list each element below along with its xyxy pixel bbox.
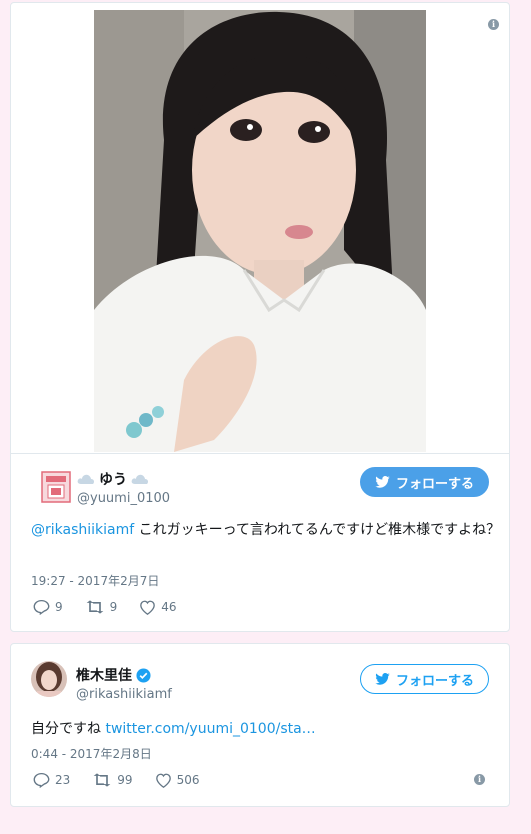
follow-button[interactable]: フォローする xyxy=(359,664,489,694)
action-bar: 23 99 506 xyxy=(33,772,199,788)
handle[interactable]: @yuumi_0100 xyxy=(77,491,170,506)
display-name: 椎木里佳 xyxy=(76,668,132,684)
action-bar: 9 9 46 xyxy=(33,599,177,615)
like-count: 506 xyxy=(176,773,200,787)
tweet-text: 自分ですね twitter.com/yuumi_0100/sta… xyxy=(31,718,501,740)
divider xyxy=(11,453,509,454)
reply-button[interactable]: 9 xyxy=(33,599,63,615)
retweet-button[interactable]: 99 xyxy=(92,773,133,787)
author-name-row[interactable]: ゆう xyxy=(77,469,149,489)
mention-link[interactable]: @rikashiikiamf xyxy=(31,522,134,538)
info-icon[interactable]: i xyxy=(488,19,499,30)
tweet-body: 自分ですね xyxy=(31,721,106,737)
retweet-button[interactable]: 9 xyxy=(85,600,118,614)
timestamp[interactable]: 19:27 - 2017年2月7日 xyxy=(31,572,159,589)
cloud-icon xyxy=(77,474,95,484)
tweet-card-1: i ゆう @yuumi_0100 フォローする @rikashiikiamf こ… xyxy=(10,2,510,632)
reply-count: 9 xyxy=(55,600,63,614)
verified-badge-icon xyxy=(136,667,151,683)
reply-icon xyxy=(33,599,50,615)
follow-button[interactable]: フォローする xyxy=(359,467,489,497)
retweet-count: 99 xyxy=(117,773,133,787)
reply-icon xyxy=(33,772,50,788)
tweet-card-2: 椎木里佳 @rikashiikiamf フォローする 自分ですね twitter… xyxy=(10,643,510,807)
tweet-text: @rikashiikiamf これガッキーって言われてるんですけど椎木様ですよね… xyxy=(31,519,501,541)
twitter-bird-icon xyxy=(375,673,390,685)
avatar[interactable] xyxy=(38,469,74,505)
like-button[interactable]: 46 xyxy=(139,600,177,615)
display-name: ゆう xyxy=(99,472,127,488)
twitter-bird-icon xyxy=(375,476,390,488)
tweet-link[interactable]: twitter.com/yuumi_0100/sta… xyxy=(105,721,315,737)
handle[interactable]: @rikashiikiamf xyxy=(76,687,172,702)
like-count: 46 xyxy=(161,600,177,614)
like-button[interactable]: 506 xyxy=(155,773,200,788)
avatar[interactable] xyxy=(31,661,67,697)
follow-label: フォローする xyxy=(395,476,474,492)
heart-icon xyxy=(140,600,156,615)
tweet-body: これガッキーって言われてるんですけど椎木様ですよね？ xyxy=(134,522,501,538)
reply-button[interactable]: 23 xyxy=(33,772,70,788)
retweet-icon xyxy=(86,600,103,614)
reply-count: 23 xyxy=(55,773,71,787)
cloud-icon xyxy=(131,474,149,484)
tweet-photo[interactable] xyxy=(94,10,426,452)
retweet-icon xyxy=(93,773,111,787)
heart-icon xyxy=(155,773,171,788)
follow-label: フォローする xyxy=(395,673,474,689)
author-name-row[interactable]: 椎木里佳 xyxy=(76,665,151,685)
photo-illustration xyxy=(94,10,426,452)
timestamp[interactable]: 0:44 - 2017年2月8日 xyxy=(31,745,152,762)
info-icon[interactable]: i xyxy=(474,774,485,785)
retweet-count: 9 xyxy=(109,600,118,614)
